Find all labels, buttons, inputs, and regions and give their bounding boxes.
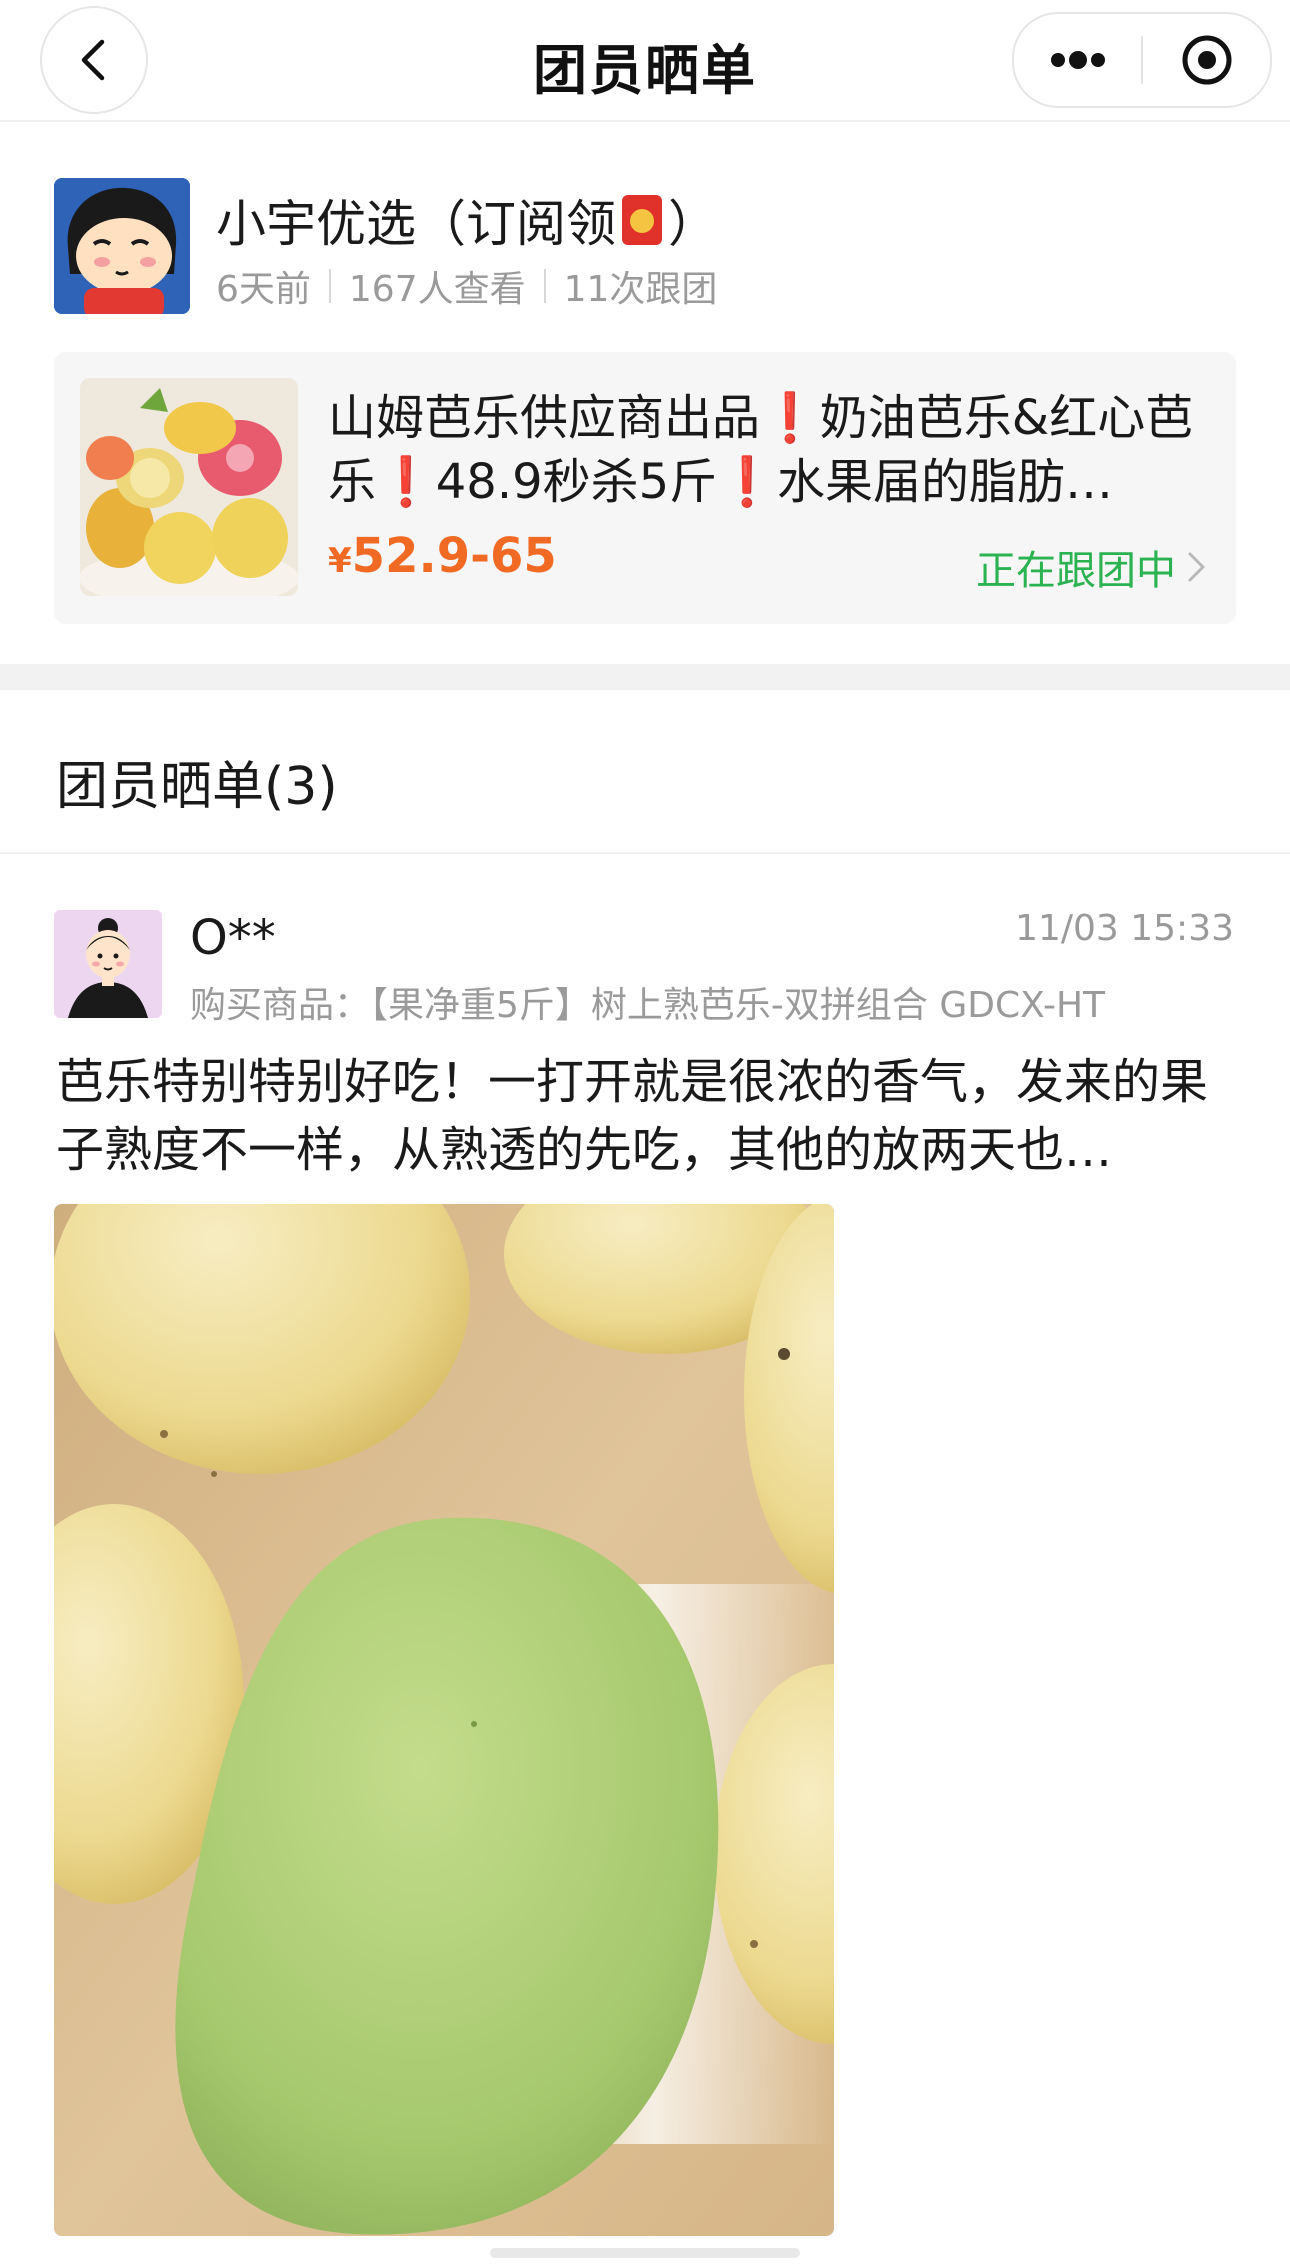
purchase-label: 购买商品：: [190, 985, 371, 1026]
reviews-header: 团员晒单(3): [56, 757, 338, 817]
target-circle-icon: [1182, 35, 1231, 85]
chevron-right-icon: [1188, 552, 1205, 582]
purchased-product[interactable]: 购买商品：【果净重5斤】树上熟芭乐-双拼组合 GDCX-HT: [190, 976, 1105, 1028]
guava-fruit-image: [80, 378, 298, 596]
leader-name-suffix: ）: [668, 195, 718, 253]
join-count: 11次跟团: [563, 269, 718, 310]
group-status-text: 正在跟团中: [976, 548, 1176, 594]
review-timestamp: 11/03 15:33: [1015, 908, 1234, 949]
person-illustration-avatar-image: [54, 910, 162, 1018]
review-text[interactable]: 芭乐特别特别好吃！一打开就是很浓的香气，发来的果子熟度不一样，从熟透的先吃，其他…: [56, 1048, 1236, 1184]
more-dots-icon: [1050, 51, 1105, 69]
group-status-link[interactable]: 正在跟团中: [976, 538, 1208, 596]
navigation-bar: 团员晒单: [0, 0, 1290, 122]
leader-name-text: 小宇优选（订阅领: [216, 195, 616, 253]
post-time-ago: 6天前: [216, 269, 311, 310]
red-envelope-icon: [622, 195, 662, 245]
home-indicator: [490, 2248, 800, 2258]
more-button[interactable]: [1014, 14, 1141, 106]
header-divider: [0, 852, 1290, 854]
review-photo[interactable]: [54, 1204, 834, 2236]
close-mini-program-button[interactable]: [1143, 14, 1270, 106]
product-price: ¥52.9-65: [328, 528, 557, 584]
reviewer-avatar[interactable]: [54, 910, 162, 1018]
purchase-item: 【果净重5斤】树上熟芭乐-双拼组合 GDCX-HT: [370, 985, 1106, 1026]
price-currency: ¥: [328, 541, 352, 581]
view-count: 167人查看: [348, 269, 526, 310]
mini-program-capsule: [1012, 12, 1272, 108]
product-thumbnail: [80, 378, 298, 596]
price-value: 52.9-65: [351, 528, 557, 584]
reviewer-name: O**: [190, 910, 276, 966]
product-title: 山姆芭乐供应商出品❗奶油芭乐&红心芭乐❗48.9秒杀5斤❗水果届的脂肪…: [328, 390, 1194, 510]
leader-stats: 6天前 167人查看 11次跟团: [216, 260, 717, 312]
stat-divider: [543, 269, 546, 303]
leader-name[interactable]: 小宇优选（订阅领 ）: [216, 184, 718, 256]
leader-avatar[interactable]: [54, 178, 190, 314]
product-card[interactable]: 山姆芭乐供应商出品❗奶油芭乐&红心芭乐❗48.9秒杀5斤❗水果届的脂肪… ¥52…: [54, 352, 1236, 624]
cartoon-boy-avatar-image: [54, 178, 190, 314]
section-divider: [0, 664, 1290, 690]
stat-divider: [328, 269, 331, 303]
guava-on-board-photo: [54, 1204, 834, 2236]
